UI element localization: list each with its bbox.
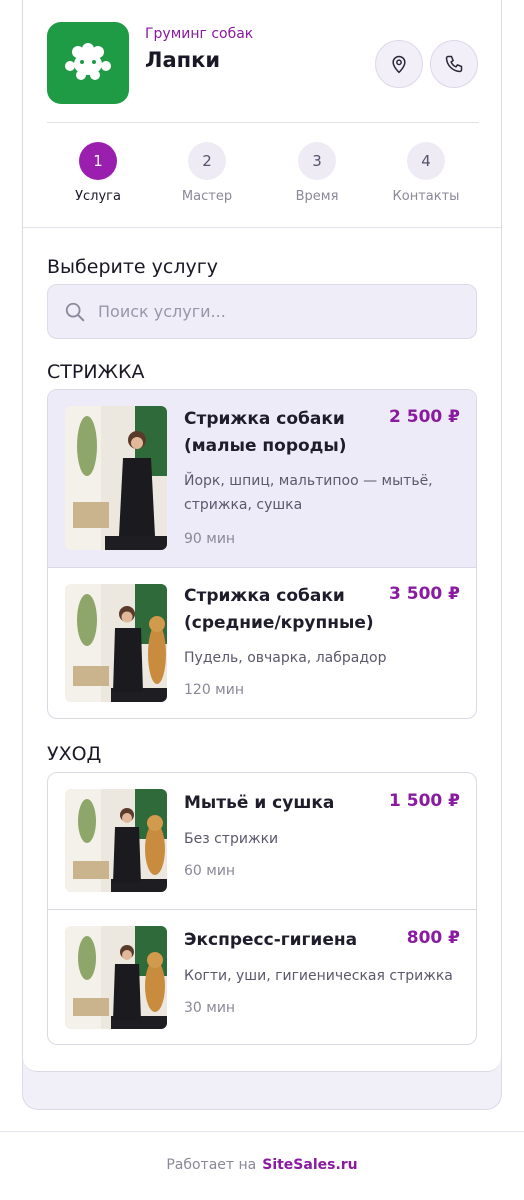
choose-service-heading: Выберите услугу (47, 256, 218, 278)
service-price: 800 ₽ (406, 928, 460, 948)
service-price: 2 500 ₽ (389, 407, 460, 427)
service-description: Без стрижки (184, 831, 279, 847)
search-icon (65, 302, 85, 322)
business-header: Груминг собак Лапки (47, 22, 479, 104)
service-price: 1 500 ₽ (389, 791, 460, 811)
business-title: Лапки (145, 48, 221, 72)
service-description: Йорк, шпиц, мальтипоо — мытьё, стрижка, … (184, 473, 433, 513)
service-price: 3 500 ₽ (389, 584, 460, 604)
service-name: Стрижка собаки (средние/крупные) (184, 586, 374, 633)
step-label: Контакты (392, 189, 460, 204)
step-number: 4 (407, 142, 445, 180)
service-item[interactable]: Мытьё и сушка 1 500 ₽ Без стрижки 60 мин (48, 773, 476, 909)
service-description: Пудель, овчарка, лабрадор (184, 650, 387, 666)
service-item[interactable]: Стрижка собаки (средние/крупные) 3 500 ₽… (48, 567, 476, 718)
step-label: Время (295, 189, 339, 204)
location-button[interactable] (375, 40, 423, 88)
search-placeholder: Поиск услуги... (98, 302, 226, 321)
footer-brand-link[interactable]: SiteSales.ru (262, 1157, 357, 1173)
service-name: Мытьё и сушка (184, 793, 335, 813)
step-service[interactable]: 1 Услуга (48, 140, 148, 204)
step-number: 3 (298, 142, 336, 180)
service-name: Стрижка собаки (малые породы) (184, 409, 347, 456)
group-title-care: УХОД (47, 743, 102, 765)
service-name: Экспресс-гигиена (184, 930, 358, 950)
step-contacts[interactable]: 4 Контакты (376, 140, 476, 204)
step-label: Услуга (75, 189, 121, 204)
service-duration: 60 мин (184, 863, 236, 879)
booking-panel: Груминг собак Лапки 1 Услуга 2 Мастер 3 … (22, 0, 502, 1110)
service-duration: 30 мин (184, 1000, 236, 1016)
service-photo (65, 926, 167, 1029)
phone-button[interactable] (430, 40, 478, 88)
paw-icon (47, 22, 129, 104)
phone-icon (445, 55, 463, 73)
service-photo (65, 406, 167, 550)
service-photo (65, 789, 167, 892)
footer-prefix: Работает на (166, 1157, 257, 1173)
step-time[interactable]: 3 Время (267, 140, 367, 204)
step-number: 1 (79, 142, 117, 180)
footer-divider (0, 1131, 524, 1132)
service-duration: 120 мин (184, 682, 244, 698)
step-master[interactable]: 2 Мастер (157, 140, 257, 204)
service-item[interactable]: Стрижка собаки (малые породы) 2 500 ₽ Йо… (48, 390, 476, 567)
booking-steps: 1 Услуга 2 Мастер 3 Время 4 Контакты (23, 140, 501, 210)
service-list-haircut: Стрижка собаки (малые породы) 2 500 ₽ Йо… (47, 389, 477, 719)
service-description: Когти, уши, гигиеническая стрижка (184, 968, 453, 984)
map-pin-icon (392, 55, 406, 74)
service-search-input[interactable]: Поиск услуги... (47, 284, 477, 339)
step-number: 2 (188, 142, 226, 180)
service-item[interactable]: Экспресс-гигиена 800 ₽ Когти, уши, гигие… (48, 909, 476, 1044)
service-list-care: Мытьё и сушка 1 500 ₽ Без стрижки 60 мин (47, 772, 477, 1045)
powered-by-footer: Работает на SiteSales.ru (0, 1157, 524, 1173)
step-label: Мастер (181, 189, 233, 204)
steps-divider (23, 227, 501, 228)
service-duration: 90 мин (184, 531, 236, 547)
service-photo (65, 584, 167, 702)
group-title-haircut: СТРИЖКА (47, 361, 145, 383)
header-divider (47, 122, 479, 123)
business-subtitle: Груминг собак (145, 26, 254, 42)
booking-card: Груминг собак Лапки 1 Услуга 2 Мастер 3 … (23, 0, 501, 1072)
